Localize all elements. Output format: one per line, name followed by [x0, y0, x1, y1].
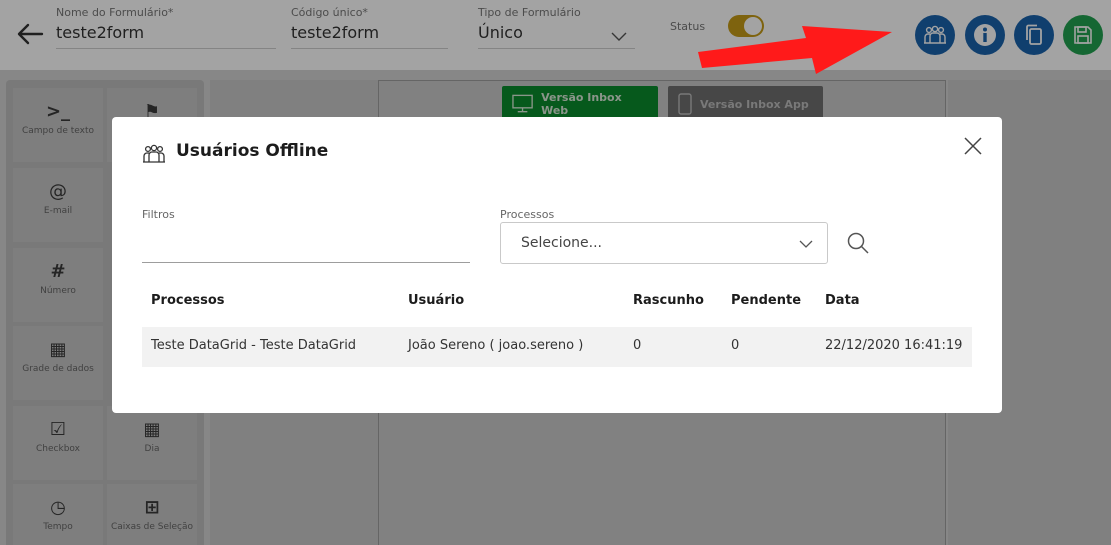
cell-user: João Sereno ( joao.sereno ) — [408, 338, 584, 353]
processes-select-value: Selecione... — [521, 235, 602, 251]
filters-input[interactable] — [142, 229, 470, 263]
cell-process: Teste DataGrid - Teste DataGrid — [151, 338, 357, 353]
column-header-date: Data — [825, 293, 860, 308]
offline-users-modal: Usuários Offline Filtros Processos Selec… — [112, 117, 1002, 413]
cell-pending: 0 — [731, 338, 740, 353]
annotation-arrow-icon — [698, 26, 892, 74]
column-header-draft: Rascunho — [633, 293, 704, 308]
column-header-pending: Pendente — [731, 293, 802, 308]
cell-date: 22/12/2020 16:41:19 — [825, 338, 963, 353]
processes-label: Processos — [500, 208, 555, 221]
processes-select[interactable]: Selecione... — [500, 222, 828, 264]
table-row[interactable]: Teste DataGrid - Teste DataGrid João Ser… — [142, 327, 972, 367]
close-icon[interactable] — [964, 137, 982, 155]
modal-title: Usuários Offline — [176, 141, 329, 161]
column-header-processes: Processos — [151, 293, 225, 308]
users-icon — [143, 144, 165, 163]
cell-draft: 0 — [633, 338, 642, 353]
filters-label: Filtros — [142, 208, 175, 221]
chevron-down-icon — [799, 240, 813, 248]
column-header-user: Usuário — [408, 293, 465, 308]
search-icon[interactable] — [846, 231, 870, 255]
